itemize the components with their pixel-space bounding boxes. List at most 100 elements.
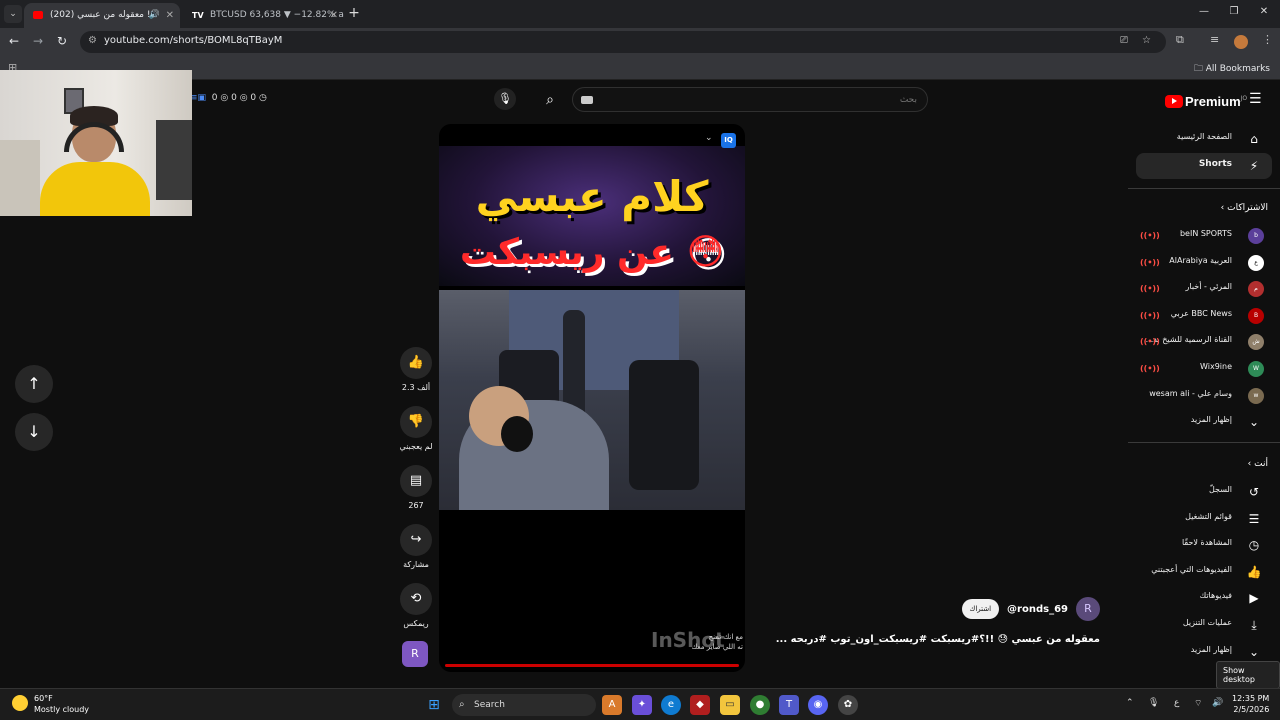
previous-short-button[interactable]: ↑: [15, 365, 53, 403]
share-icon[interactable]: ↪: [400, 524, 432, 556]
voice-search-button[interactable]: 🎙: [494, 88, 516, 110]
sidebar-item-watch-later[interactable]: ◷ المشاهدة لاحقًا: [1136, 532, 1272, 558]
reading-list-icon[interactable]: ≡: [1210, 33, 1219, 46]
close-tab-icon[interactable]: ✕: [166, 3, 174, 28]
all-bookmarks-button[interactable]: 🗀 All Bookmarks: [1194, 61, 1270, 77]
sidebar-item-label: Wix9ine: [1200, 362, 1232, 371]
reload-icon[interactable]: ↻: [54, 34, 70, 48]
address-bar[interactable]: ⚙ youtube.com/shorts/BOML8qTBayM ⎚ ☆: [80, 31, 1166, 53]
sidebar-item-subscription[interactable]: w وسام علي - wesam ali: [1136, 383, 1272, 409]
url-text[interactable]: youtube.com/shorts/BOML8qTBayM: [104, 35, 282, 46]
edge-icon[interactable]: e: [661, 695, 681, 715]
gaming-chair: [629, 360, 699, 490]
taskbar-search[interactable]: ⌕ Search: [452, 694, 596, 716]
close-tab-icon[interactable]: ✕: [330, 3, 338, 28]
subscribe-button[interactable]: اشتراك: [961, 599, 1000, 619]
shelf: [156, 120, 192, 200]
chrome-menu-icon[interactable]: ⋮: [1262, 33, 1273, 46]
taskbar-clock[interactable]: 12:35 PM 2/5/2026: [1232, 693, 1269, 715]
channel-icon: ش: [1248, 334, 1264, 350]
sidebar-item-home[interactable]: ⌂ الصفحة الرئيسية: [1136, 126, 1272, 152]
tab-tradingview[interactable]: TV BTCUSD 63,638 ▼ −12.82% ab ✕: [184, 3, 344, 28]
app-icon[interactable]: ✿: [838, 695, 858, 715]
speaker-icon[interactable]: 🔊: [149, 3, 160, 28]
app-icon[interactable]: A: [602, 695, 622, 715]
shorts-video-player[interactable]: كلام عبسي عن ريسبكت 😳 InShot مع انك تمنح…: [439, 124, 745, 672]
sidebar-item-history[interactable]: ↺ السجلّ: [1136, 479, 1272, 505]
you-header[interactable]: أنت ›: [1248, 459, 1268, 469]
sidebar-item-subscription[interactable]: م المرئي - أخبار ((•)): [1136, 276, 1272, 302]
copilot-icon[interactable]: ✦: [632, 695, 652, 715]
channel-avatar[interactable]: R: [1076, 597, 1100, 621]
remix-icon[interactable]: ⟲: [400, 583, 432, 615]
sidebar-item-subscription[interactable]: B BBC News عربي ((•)): [1136, 303, 1272, 329]
chevron-up-icon[interactable]: ⌃: [1126, 698, 1134, 708]
next-short-button[interactable]: ↓: [15, 413, 53, 451]
iq-extension-icon[interactable]: IQ: [721, 133, 736, 148]
channel-avatar-small[interactable]: R: [402, 641, 428, 667]
sidebar-item-subscription[interactable]: ش القناة الرسمية للشيخ بد... ((•)): [1136, 329, 1272, 355]
comments-action[interactable]: ▤ 267: [398, 465, 434, 510]
restore-icon[interactable]: ❐: [1226, 6, 1242, 17]
like-action[interactable]: 👍 2.3 ألف: [398, 347, 434, 392]
live-icon: ((•)): [1140, 337, 1160, 346]
dislike-action[interactable]: 👎 لم يعجبني: [398, 406, 434, 451]
sidebar-item-shorts[interactable]: ⚡ Shorts: [1136, 153, 1272, 179]
discord-icon[interactable]: ◉: [808, 695, 828, 715]
sidebar-item-playlists[interactable]: ☰ قوائم التشغيل: [1136, 506, 1272, 532]
minimize-icon[interactable]: —: [1196, 6, 1212, 17]
sidebar-item-subscription[interactable]: b beIN SPORTS ((•)): [1136, 223, 1272, 249]
comment-count: 267: [408, 501, 424, 510]
share-action[interactable]: ↪ مشاركة: [398, 524, 434, 569]
channel-handle[interactable]: @ronds_69: [1007, 604, 1068, 615]
file-explorer-icon[interactable]: ▭: [720, 695, 740, 715]
thumbs-down-icon[interactable]: 👎: [400, 406, 432, 438]
sidebar-item-your-videos[interactable]: ▶ فيديوهاتك: [1136, 585, 1272, 611]
tab-search-button[interactable]: ⌄: [4, 5, 22, 23]
sidebar-item-downloads[interactable]: ⤓ عمليات التنزيل: [1136, 612, 1272, 638]
teams-icon[interactable]: T: [779, 695, 799, 715]
search-input[interactable]: [797, 92, 917, 108]
search-field[interactable]: [572, 87, 928, 112]
youtube-premium-logo[interactable]: PremiumJO: [1165, 91, 1247, 109]
language-indicator[interactable]: ع: [1174, 698, 1179, 708]
profile-avatar[interactable]: [1234, 35, 1248, 49]
new-tab-button[interactable]: +: [346, 5, 362, 21]
home-icon: ⌂: [1250, 132, 1258, 146]
sidebar-item-subscription[interactable]: W Wix9ine ((•)): [1136, 356, 1272, 382]
extension-control[interactable]: ⌄ IQ: [699, 130, 739, 152]
video-progress-bar[interactable]: [445, 664, 739, 667]
subscriptions-header[interactable]: الاشتراكات ›: [1221, 203, 1268, 213]
extensions-icon[interactable]: ⧉: [1176, 33, 1184, 47]
chrome-icon[interactable]: ●: [750, 695, 770, 715]
microphone-icon[interactable]: 🎙: [1148, 698, 1159, 708]
sidebar-item-subscription[interactable]: ع العربية AlArabiya ((•)): [1136, 250, 1272, 276]
weather-widget[interactable]: 60°F Mostly cloudy: [12, 693, 89, 715]
thumbs-up-icon[interactable]: 👍: [400, 347, 432, 379]
hamburger-menu-icon[interactable]: ☰: [1249, 91, 1262, 107]
forward-icon[interactable]: →: [30, 34, 46, 48]
folder-icon: 🗀: [1193, 64, 1206, 74]
windows-start-icon[interactable]: ⊞: [424, 695, 444, 715]
cast-icon[interactable]: ⎚: [1120, 35, 1128, 46]
search-button[interactable]: ⌕: [538, 89, 562, 111]
wifi-icon[interactable]: ⌔: [1194, 698, 1202, 709]
dota-icon[interactable]: ◆: [690, 695, 710, 715]
chevron-down-icon[interactable]: ⌄: [705, 133, 713, 143]
site-info-icon[interactable]: ⚙: [88, 35, 97, 46]
remix-action[interactable]: ⟲ ريمكس: [398, 583, 434, 628]
bookmark-star-icon[interactable]: ☆: [1142, 35, 1151, 46]
sidebar-item-liked-videos[interactable]: 👍 الفيديوهات التي أعجبتني: [1136, 559, 1272, 585]
keyboard-icon[interactable]: [581, 96, 593, 104]
shorts-icon: ⚡: [1249, 159, 1259, 173]
extension-icon[interactable]: ≡▣: [190, 93, 206, 103]
comment-icon[interactable]: ▤: [400, 465, 432, 497]
live-icon: ((•)): [1140, 364, 1160, 373]
show-more-subscriptions[interactable]: ⌄ إظهار المزيد: [1136, 409, 1272, 435]
tab-youtube[interactable]: (202) معقوله من عبسي !! 🔊 ✕: [24, 3, 180, 28]
volume-icon[interactable]: 🔊: [1212, 698, 1223, 708]
back-icon[interactable]: ←: [6, 34, 22, 48]
close-window-icon[interactable]: ✕: [1256, 6, 1272, 17]
video-title[interactable]: معقوله من عبسي 😓 !!؟#ريسبكت #ريسبكت_اون_…: [776, 634, 1100, 645]
microphone-icon: 🎙: [498, 92, 512, 105]
